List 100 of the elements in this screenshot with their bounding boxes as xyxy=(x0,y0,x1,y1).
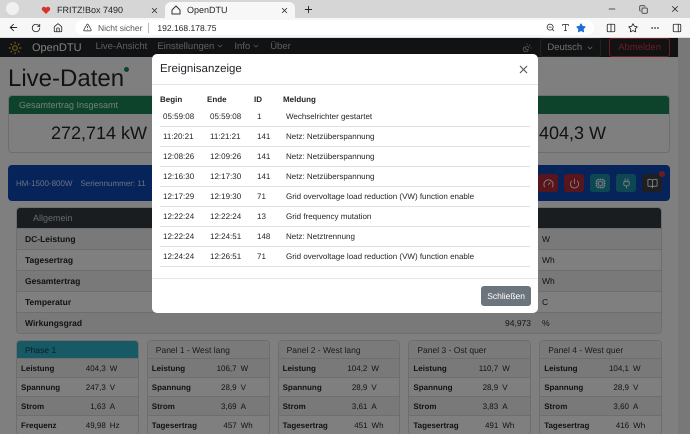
nav-link[interactable]: Live-Ansicht xyxy=(96,40,148,54)
serial-number: Seriennummer: 11 xyxy=(80,178,146,188)
table-cell: 12:24:51 xyxy=(207,227,254,247)
favorite-star-icon[interactable] xyxy=(576,22,586,32)
table-cell: 12:22:24 xyxy=(160,227,207,247)
row-unit: V xyxy=(110,382,116,392)
row-label: Tagesertrag xyxy=(413,420,459,430)
table-cell: Netz: Netzüberspannung xyxy=(283,167,530,187)
chip-icon xyxy=(594,178,606,188)
url-text: 192.168.178.75 xyxy=(148,22,216,32)
read-aloud-icon[interactable] xyxy=(561,23,570,32)
table-cell: Wechselrichter gestartet xyxy=(283,107,530,127)
nav-link[interactable]: Einstellungen xyxy=(157,40,224,54)
row-label: Spannung xyxy=(282,382,322,392)
browser-tab[interactable]: FRITZ!Box 7490 xyxy=(35,2,165,18)
row-label: Tagesertrag xyxy=(544,420,590,430)
row-value: 104,2 xyxy=(346,364,368,372)
close-button[interactable]: Schließen xyxy=(481,286,531,306)
row-unit: W xyxy=(502,364,511,372)
row-label: Spannung xyxy=(544,382,584,392)
inverter-button[interactable] xyxy=(538,174,558,192)
inverter-button[interactable] xyxy=(564,174,584,192)
row-label: Strom xyxy=(282,402,306,410)
table-cell: 05:59:08 xyxy=(160,107,207,127)
row-value: 104,1 xyxy=(608,364,629,372)
table-cell: 11:21:21 xyxy=(207,127,254,147)
row-unit: A xyxy=(240,402,247,410)
column-header: ID xyxy=(254,95,263,106)
sidebar-icon[interactable] xyxy=(672,22,682,32)
table-cell: 12:16:30 xyxy=(160,167,207,187)
row-value: 247,3 xyxy=(84,382,106,392)
table-cell: 71 xyxy=(254,187,283,207)
table-cell: 141 xyxy=(254,127,283,147)
row-value: 404,3 xyxy=(84,364,106,372)
language-select[interactable]: Deutsch xyxy=(540,38,602,57)
row-value: 3,69 xyxy=(220,402,237,410)
row-unit: A xyxy=(502,402,509,410)
scrollbar[interactable] xyxy=(678,38,690,434)
inverter-model: HM-1500-800W xyxy=(16,178,72,188)
brand-name[interactable]: OpenDTU xyxy=(32,42,82,54)
house-icon xyxy=(171,5,181,15)
table-cell: 71 xyxy=(254,247,283,267)
column-header: Ende xyxy=(207,95,228,106)
row-label: DC-Leistung xyxy=(25,234,76,244)
restore-icon[interactable] xyxy=(639,4,648,14)
table-cell: 148 xyxy=(254,227,283,247)
table-cell: 05:59:08 xyxy=(207,107,254,127)
total-value: 272,714 kW xyxy=(50,122,147,144)
table-cell: 1 xyxy=(254,107,283,127)
table-cell: 13 xyxy=(254,207,283,227)
table-cell: 12:22:24 xyxy=(207,207,254,227)
row-unit: A xyxy=(371,402,378,410)
back-icon[interactable] xyxy=(8,22,19,33)
table-cell: Netz: Netzüberspannung xyxy=(283,147,530,167)
row-unit: W xyxy=(240,364,250,372)
table-cell: 12:19:30 xyxy=(207,187,254,207)
close-icon[interactable] xyxy=(670,4,680,14)
row-label: Temperatur xyxy=(25,297,72,307)
table-cell: 141 xyxy=(254,167,283,187)
row-value: 416 xyxy=(614,420,630,430)
close-icon[interactable] xyxy=(517,62,530,76)
table-cell: 12:08:26 xyxy=(160,147,207,167)
row-label: Spannung xyxy=(413,382,452,392)
close-icon[interactable] xyxy=(150,6,159,14)
home-icon[interactable] xyxy=(53,22,63,32)
row-unit: C xyxy=(542,297,550,307)
row-label: Spannung xyxy=(152,382,191,392)
inverter-button[interactable] xyxy=(642,174,662,192)
row-unit: Wh xyxy=(633,420,646,430)
column-header: Meldung xyxy=(283,95,317,106)
table-cell: 12:24:24 xyxy=(160,247,207,267)
row-unit: V xyxy=(240,382,247,392)
row-unit: A xyxy=(633,402,640,410)
favorites-icon[interactable] xyxy=(628,22,638,32)
row-unit: V xyxy=(371,382,378,392)
inverter-button[interactable] xyxy=(616,174,636,192)
panel-title: Panel 2 - West lang xyxy=(286,344,361,354)
row-unit: Wh xyxy=(542,276,556,286)
row-value: 3,83 xyxy=(482,402,498,410)
nav-link[interactable]: Info xyxy=(234,40,260,54)
row-label: Strom xyxy=(544,402,568,410)
row-value: 28,9 xyxy=(612,382,629,392)
row-label: Leistung xyxy=(152,364,186,372)
row-value: 3,60 xyxy=(612,402,629,410)
book-icon xyxy=(646,178,658,188)
split-screen-icon[interactable] xyxy=(606,22,616,32)
row-label: Strom xyxy=(21,402,44,410)
inverter-button[interactable] xyxy=(590,174,610,192)
new-tab-icon[interactable] xyxy=(303,4,314,15)
row-value: 106,7 xyxy=(216,364,237,372)
browser-tab[interactable]: OpenDTU xyxy=(165,2,295,18)
status-dot xyxy=(124,67,130,72)
close-icon[interactable] xyxy=(280,6,289,14)
address-field[interactable]: Nicht sicher 192.168.178.75 xyxy=(75,20,594,35)
row-value: 28,9 xyxy=(350,382,368,392)
zoom-out-icon[interactable] xyxy=(546,23,555,32)
nav-link[interactable]: Über xyxy=(270,40,291,54)
table-cell: Netz: Netztrennung xyxy=(283,227,530,247)
card-header-text: Allgemein xyxy=(33,213,73,223)
reload-icon[interactable] xyxy=(31,22,41,32)
